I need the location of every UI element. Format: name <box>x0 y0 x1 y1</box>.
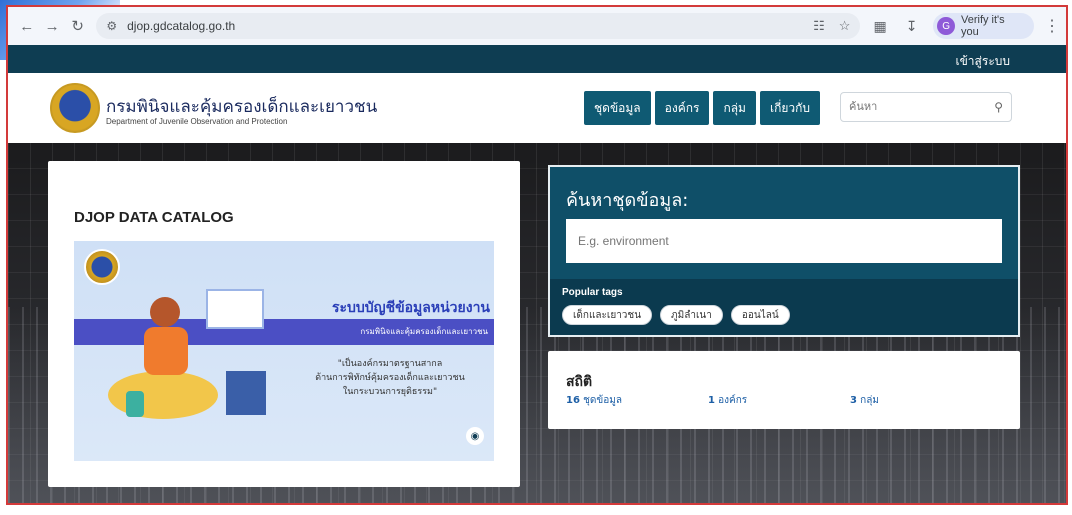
avatar: G <box>937 17 955 35</box>
login-link[interactable]: เข้าสู่ระบบ <box>956 52 1011 71</box>
search-panel-title: ค้นหาชุดข้อมูล: <box>566 190 689 211</box>
stat-datasets[interactable]: 16 ชุดข้อมูล <box>566 393 622 408</box>
tag-online[interactable]: ออนไลน์ <box>730 305 790 325</box>
banner-quote-line: "เป็นองค์กรมาตรฐานสากล <box>337 359 443 369</box>
beanbag-illustration <box>108 371 218 419</box>
header-search-input[interactable] <box>849 101 979 113</box>
main-nav: ชุดข้อมูล องค์กร กลุ่ม เกี่ยวกับ <box>584 91 820 125</box>
stat-label: กลุ่ม <box>860 395 879 406</box>
banner-quote-line: ด้านการพิทักษ์คุ้มครองเด็กและเยาวชน <box>315 373 465 383</box>
site-top-strip: เข้าสู่ระบบ <box>8 45 1066 73</box>
tag-youth[interactable]: เด็กและเยาวชน <box>562 305 653 325</box>
site-header: กรมพินิจและคุ้มครองเด็กและเยาวชน Departm… <box>8 73 1066 143</box>
back-icon[interactable]: ← <box>14 13 39 39</box>
popular-tags-area: Popular tags เด็กและเยาวชน ภูมิลำเนา ออน… <box>550 279 1018 335</box>
tag-hometown[interactable]: ภูมิลำเนา <box>660 305 723 325</box>
org-logo[interactable] <box>50 83 100 133</box>
header-search: ⚲ <box>840 92 1012 122</box>
stat-count: 3 <box>850 395 857 406</box>
chart-board-icon <box>206 289 264 329</box>
more-menu-icon[interactable]: ⋮ <box>1044 16 1060 36</box>
extensions-icon[interactable]: ▦ <box>868 14 892 38</box>
hero-section: DJOP DATA CATALOG ระบบบัญชีข้อมูลหน่วยงา… <box>8 143 1066 503</box>
reload-icon[interactable]: ↻ <box>65 13 90 39</box>
stat-organizations[interactable]: 1 องค์กร <box>708 393 747 408</box>
profile-button[interactable]: G Verify it's you <box>933 13 1034 39</box>
banner-seal-icon <box>84 249 120 285</box>
tag-list: เด็กและเยาวชน ภูมิลำเนา ออนไลน์ <box>562 305 790 325</box>
url-text[interactable]: djop.gdcatalog.go.th <box>127 19 235 33</box>
nav-groups[interactable]: กลุ่ม <box>713 91 756 125</box>
forward-icon[interactable]: → <box>39 13 64 39</box>
dataset-search-input[interactable] <box>566 219 1002 263</box>
stats-title: สถิติ <box>566 374 593 390</box>
banner-badge-icon: ◉ <box>466 427 484 445</box>
download-icon[interactable]: ↧ <box>900 14 924 38</box>
person-body-illustration <box>144 327 188 375</box>
shelf-illustration <box>226 371 266 415</box>
address-bar[interactable]: ⚙ djop.gdcatalog.go.th ☷ ☆ <box>96 13 861 39</box>
stat-count: 1 <box>708 395 715 406</box>
search-icon[interactable]: ⚲ <box>994 100 1003 114</box>
banner-quote: "เป็นองค์กรมาตรฐานสากล ด้านการพิทักษ์คุ้… <box>292 357 488 399</box>
org-name-th[interactable]: กรมพินิจและคุ้มครองเด็กและเยาวชน <box>106 93 377 120</box>
org-name-en[interactable]: Department of Juvenile Observation and P… <box>106 117 287 126</box>
stat-label: องค์กร <box>718 395 748 406</box>
site-info-icon[interactable]: ⚙ <box>106 19 117 33</box>
screenshot-frame: ← → ↻ ⚙ djop.gdcatalog.go.th ☷ ☆ ▦ ↧ G V… <box>0 0 1072 515</box>
nav-organizations[interactable]: องค์กร <box>654 91 710 125</box>
profile-label: Verify it's you <box>960 14 1005 38</box>
stat-count: 16 <box>566 395 580 406</box>
statistics-card: สถิติ 16 ชุดข้อมูล 1 องค์กร 3 กลุ่ม <box>548 351 1020 429</box>
browser-toolbar: ← → ↻ ⚙ djop.gdcatalog.go.th ☷ ☆ ▦ ↧ G V… <box>8 7 1066 45</box>
person-head-illustration <box>150 297 180 327</box>
bookmark-star-icon[interactable]: ☆ <box>839 18 851 34</box>
dataset-search-panel: ค้นหาชุดข้อมูล: Popular tags เด็กและเยาว… <box>548 165 1020 337</box>
catalog-title: DJOP DATA CATALOG <box>74 209 234 226</box>
catalog-card: DJOP DATA CATALOG ระบบบัญชีข้อมูลหน่วยงา… <box>48 161 520 487</box>
banner-subline: กรมพินิจและคุ้มครองเด็กและเยาวชน <box>360 327 488 336</box>
banner-quote-line: ในกระบวนการยุติธรรม" <box>342 387 438 397</box>
plant-illustration <box>126 391 144 417</box>
stat-label: ชุดข้อมูล <box>583 395 622 406</box>
nav-about[interactable]: เกี่ยวกับ <box>759 91 820 125</box>
banner-headline: ระบบบัญชีข้อมูลหน่วยงาน <box>331 300 490 316</box>
stat-groups[interactable]: 3 กลุ่ม <box>850 393 879 408</box>
popular-tags-label: Popular tags <box>562 287 623 298</box>
catalog-banner: ระบบบัญชีข้อมูลหน่วยงาน กรมพินิจและคุ้มค… <box>74 241 494 461</box>
browser-window: ← → ↻ ⚙ djop.gdcatalog.go.th ☷ ☆ ▦ ↧ G V… <box>6 5 1068 505</box>
nav-datasets[interactable]: ชุดข้อมูล <box>584 91 651 125</box>
translate-icon[interactable]: ☷ <box>813 18 825 34</box>
